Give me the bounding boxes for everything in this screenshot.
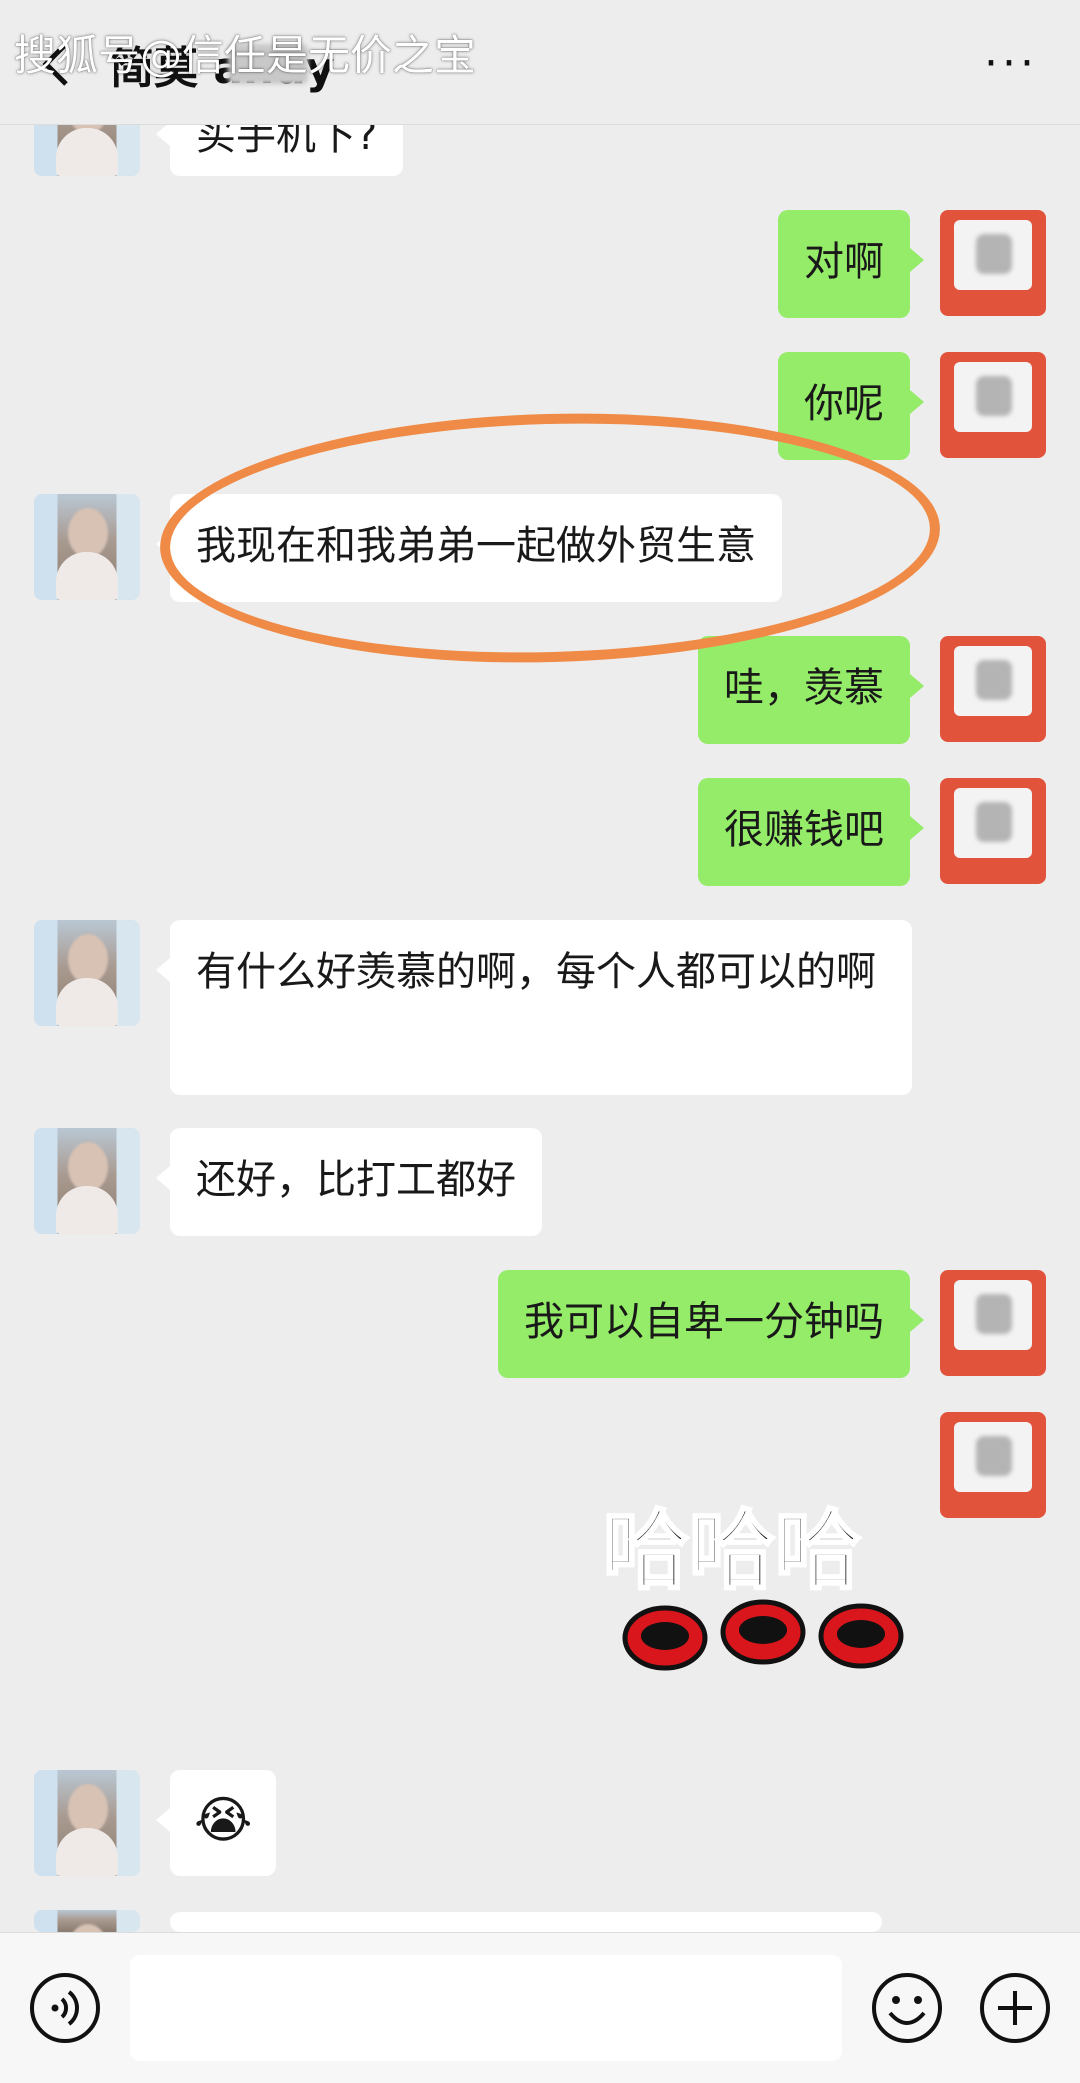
my-avatar[interactable] [940, 1412, 1046, 1518]
message-bubble[interactable]: 我可以自卑一分钟吗 [498, 1270, 924, 1378]
my-avatar[interactable] [940, 778, 1046, 884]
message-input[interactable] [130, 1955, 842, 2061]
message-bubble[interactable]: 对啊 [778, 210, 924, 318]
my-avatar[interactable] [940, 210, 1046, 316]
input-bar [0, 1932, 1080, 2083]
contact-avatar[interactable] [34, 1128, 140, 1234]
my-avatar[interactable] [940, 1270, 1046, 1376]
emoji-icon[interactable] [870, 1971, 944, 2045]
my-avatar[interactable] [940, 352, 1046, 458]
message-bubble[interactable]: 我现在和我弟弟一起做外贸生意 [156, 494, 782, 602]
message-bubble[interactable]: 你呢 [778, 352, 924, 460]
watermark: 搜狐号@信任是无价之宝 [14, 31, 477, 80]
sticker-hahaha[interactable]: 哈哈哈 [585, 1470, 915, 1680]
message-bubble[interactable]: 有什么好羡慕的啊，每个人都可以的啊 [156, 920, 912, 1095]
sticker-text: 哈哈哈 [602, 1500, 863, 1603]
contact-avatar[interactable] [34, 494, 140, 600]
contact-avatar[interactable] [34, 1910, 140, 1932]
more-options-icon[interactable]: ··· [984, 38, 1038, 89]
sticker-mouths [622, 1599, 904, 1671]
emoji-message[interactable]: 😭 [156, 1770, 276, 1876]
message-bubble[interactable]: 哇，羡慕 [698, 636, 924, 744]
message-bubble[interactable]: 很赚钱吧 [698, 778, 924, 886]
plus-icon[interactable] [978, 1971, 1052, 2045]
contact-avatar[interactable] [34, 1770, 140, 1876]
svg-text:哈哈哈: 哈哈哈 [603, 1501, 861, 1601]
message-bubble[interactable]: 还好，比打工都好 [156, 1128, 542, 1236]
contact-avatar[interactable] [34, 920, 140, 1026]
my-avatar[interactable] [940, 636, 1046, 742]
message-bubble-partial[interactable] [156, 1912, 882, 1974]
voice-icon[interactable] [28, 1971, 102, 2045]
